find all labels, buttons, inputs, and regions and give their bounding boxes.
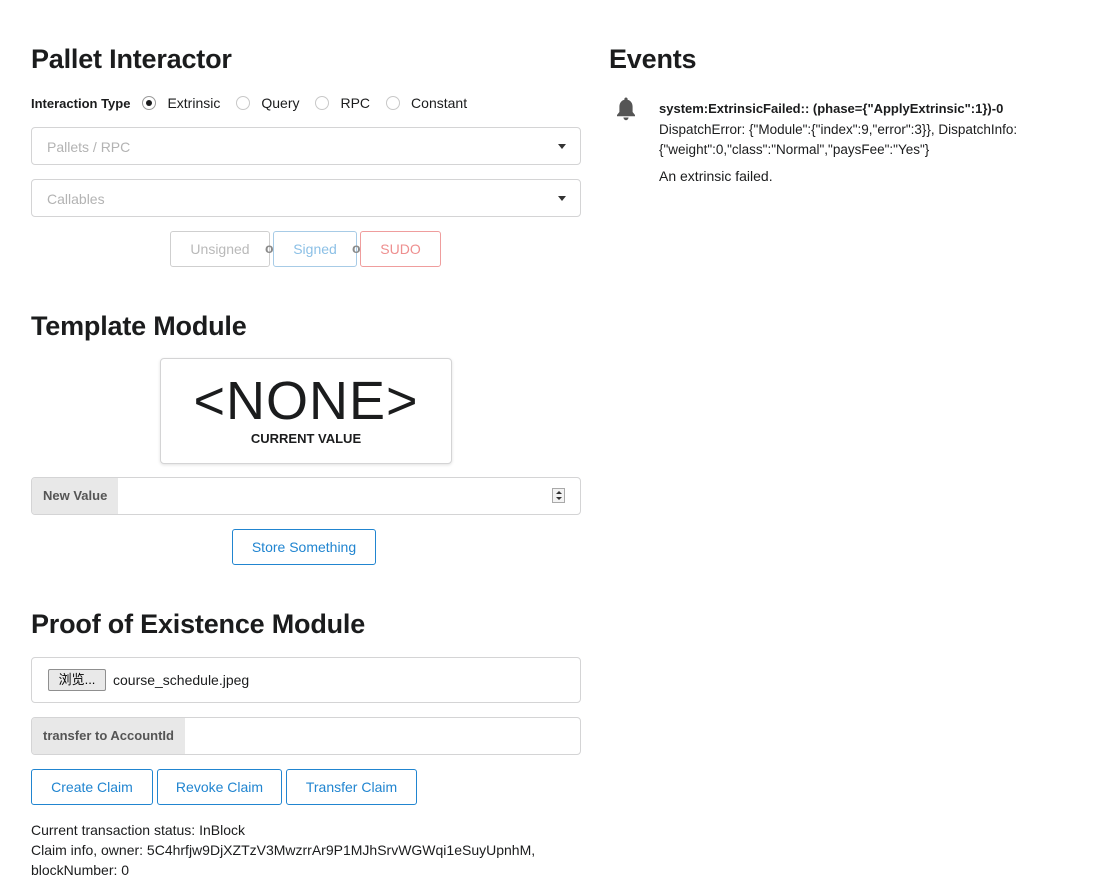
transfer-claim-button[interactable]: Transfer Claim [286,769,417,805]
file-input[interactable]: 浏览... course_schedule.jpeg [31,657,581,703]
radio-constant[interactable]: Constant [386,95,467,111]
poe-module-title: Proof of Existence Module [31,609,366,639]
unsigned-button[interactable]: Unsigned [170,231,270,267]
transfer-account-label: transfer to AccountId [32,718,185,754]
radio-label: RPC [340,95,371,111]
current-value-caption: CURRENT VALUE [250,431,362,446]
browse-button[interactable]: 浏览... [48,669,106,691]
radio-label: Extrinsic [167,95,221,111]
current-value: <NONE> [193,371,419,431]
number-spinner-icon[interactable] [552,488,565,503]
revoke-claim-button[interactable]: Revoke Claim [157,769,282,805]
template-module-title: Template Module [31,311,247,341]
file-name: course_schedule.jpeg [113,672,250,688]
event-title: system:ExtrinsicFailed:: (phase={"ApplyE… [659,101,1004,116]
callables-dropdown[interactable]: Callables [31,179,581,217]
pallet-interactor-title: Pallet Interactor [31,44,232,74]
radio-dot [236,96,251,110]
event-message: An extrinsic failed. [659,168,773,184]
status-line: Current transaction status: InBlock [31,822,245,838]
create-claim-button[interactable]: Create Claim [31,769,153,805]
interaction-type-group: Interaction Type Extrinsic Query RPC Con… [31,93,483,113]
radio-query[interactable]: Query [236,95,299,111]
radio-label: Constant [411,95,468,111]
bell-icon [615,96,637,122]
event-description: DispatchError: {"Module":{"index":9,"err… [659,122,1018,157]
interaction-type-label: Interaction Type [31,95,131,111]
sudo-button[interactable]: SUDO [360,231,441,267]
radio-extrinsic[interactable]: Extrinsic [142,95,220,111]
dropdown-caret-icon [558,144,566,149]
signed-button[interactable]: Signed [273,231,357,267]
claim-info-line: Claim info, owner: 5C4hrfjw9DjXZTzV3Mwzr… [31,842,536,858]
pallets-placeholder: Pallets / RPC [47,139,131,155]
new-value-field: New Value [31,477,581,515]
radio-rpc[interactable]: RPC [315,95,370,111]
radio-dot-checked [142,96,157,110]
store-something-button[interactable]: Store Something [232,529,376,565]
radio-dot [315,96,330,110]
pallets-dropdown[interactable]: Pallets / RPC [31,127,581,165]
events-title: Events [609,44,697,74]
new-value-label: New Value [32,478,119,514]
transfer-account-field: transfer to AccountId [31,717,581,755]
claim-block-line: blockNumber: 0 [31,862,130,878]
radio-label: Query [261,95,300,111]
transaction-status: Current transaction status: InBlock Clai… [31,820,591,880]
current-value-card: <NONE> CURRENT VALUE [160,358,452,464]
callables-placeholder: Callables [47,191,105,207]
dropdown-caret-icon [558,196,566,201]
radio-dot [386,96,401,110]
